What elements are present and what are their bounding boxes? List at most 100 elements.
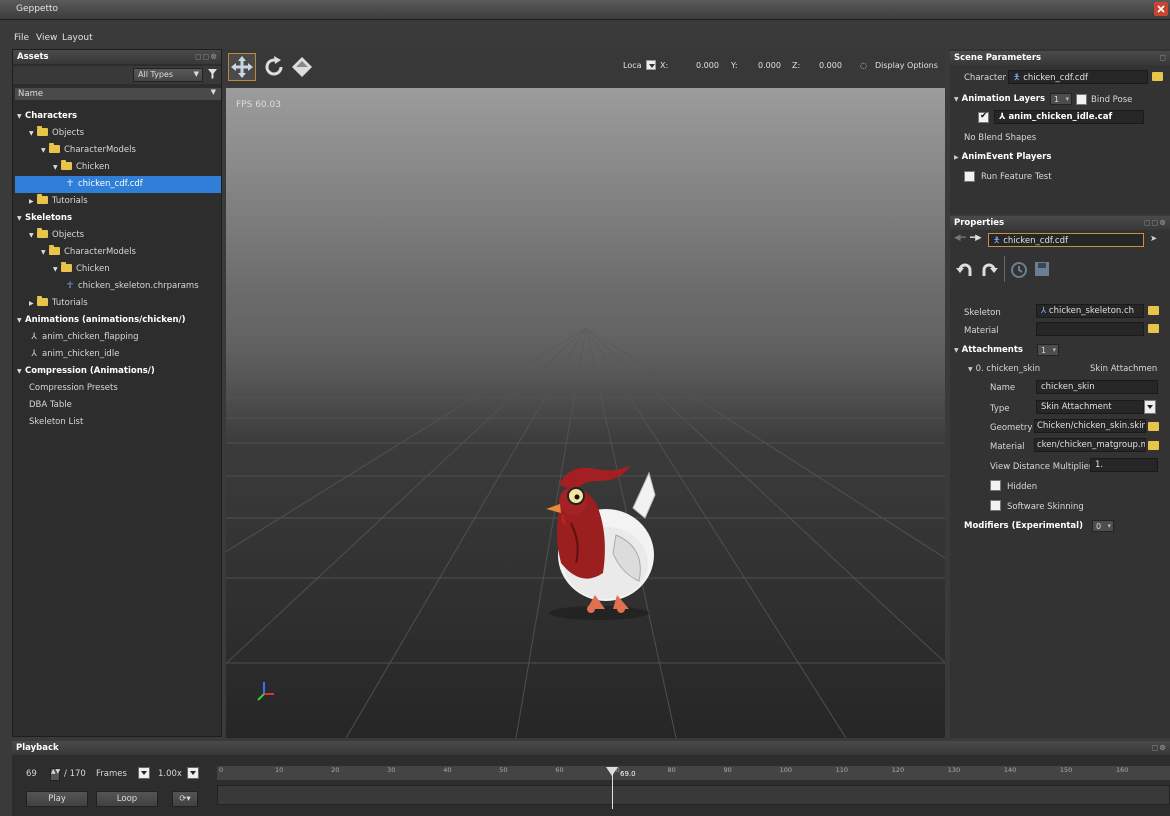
- current-frame[interactable]: 69: [26, 769, 37, 779]
- type-filter-select[interactable]: All Types ▼: [133, 68, 203, 82]
- 3d-viewport[interactable]: FPS 60.03: [226, 88, 945, 738]
- panel-buttons[interactable]: ◻◻⊗: [195, 52, 218, 61]
- loop-button[interactable]: Loop: [96, 791, 158, 807]
- type-dropdown-button[interactable]: [1144, 400, 1156, 414]
- geometry-field[interactable]: Chicken/chicken_skin.skin: [1034, 419, 1146, 433]
- animation-layers-count[interactable]: 1: [1050, 93, 1072, 105]
- animevent-players-section[interactable]: ▶ AnimEvent Players: [954, 152, 1051, 162]
- revert-icon[interactable]: [1010, 261, 1028, 279]
- character-browse-folder-icon[interactable]: [1152, 72, 1163, 81]
- asset-tree-row[interactable]: Compression Presets: [15, 380, 221, 397]
- speed-dropdown[interactable]: [187, 767, 199, 779]
- menu-view[interactable]: View: [36, 33, 57, 43]
- asset-tree-row[interactable]: ☥ chicken_cdf.cdf: [15, 176, 221, 193]
- asset-tree-row[interactable]: ▼ Compression (Animations/): [15, 363, 221, 380]
- back-arrow-icon[interactable]: ◀━: [954, 233, 966, 243]
- cursor-pick-icon[interactable]: ➤: [1150, 234, 1157, 244]
- attachments-section[interactable]: ▼ Attachments: [954, 345, 1023, 355]
- playhead-line[interactable]: [612, 769, 613, 809]
- expand-arrow-icon[interactable]: ▼: [29, 227, 37, 244]
- redo-icon[interactable]: [980, 260, 998, 278]
- name-field[interactable]: chicken_skin: [1036, 380, 1158, 394]
- asset-tree-row[interactable]: ▶ Tutorials: [15, 295, 221, 312]
- scale-tool-button[interactable]: [290, 55, 314, 79]
- x-value[interactable]: 0.000: [696, 61, 719, 70]
- menu-file[interactable]: File: [14, 33, 29, 43]
- timeline-track[interactable]: [217, 785, 1170, 805]
- panel-buttons[interactable]: ◻: [1159, 53, 1167, 62]
- attachments-count[interactable]: 1: [1037, 344, 1059, 356]
- layer-enabled-checkbox[interactable]: [978, 111, 989, 123]
- asset-tree-row[interactable]: ▼ Chicken: [15, 261, 221, 278]
- panel-buttons[interactable]: ◻⊗: [1152, 743, 1167, 752]
- software-skinning-checkbox[interactable]: [990, 500, 1001, 511]
- asset-tree-row[interactable]: ⅄ anim_chicken_flapping: [15, 329, 221, 346]
- expand-arrow-icon[interactable]: ▼: [41, 142, 49, 159]
- expand-arrow-icon[interactable]: ▼: [17, 108, 25, 125]
- layer-animation-field[interactable]: ⅄ anim_chicken_idle.caf: [994, 110, 1144, 124]
- attach-material-browse-folder-icon[interactable]: [1148, 441, 1159, 450]
- asset-tree-row[interactable]: ▼ Animations (animations/chicken/): [15, 312, 221, 329]
- geometry-browse-folder-icon[interactable]: [1148, 422, 1159, 431]
- filter-icon[interactable]: [208, 69, 217, 79]
- undo-icon[interactable]: [956, 260, 974, 278]
- expand-arrow-icon[interactable]: ▼: [17, 210, 25, 227]
- expand-arrow-icon[interactable]: ▼: [41, 244, 49, 261]
- menu-layout[interactable]: Layout: [62, 33, 93, 43]
- playback-speed[interactable]: 1.00x: [158, 769, 182, 779]
- asset-tree-row[interactable]: ▼ Characters: [15, 108, 221, 125]
- display-options-button[interactable]: Display Options: [875, 61, 938, 70]
- expand-arrow-icon[interactable]: ▼: [53, 159, 61, 176]
- asset-tree-row[interactable]: ⅄ anim_chicken_idle: [15, 346, 221, 363]
- menu-bar: File View Layout: [0, 30, 1170, 46]
- move-tool-button[interactable]: [228, 53, 256, 81]
- z-value[interactable]: 0.000: [819, 61, 842, 70]
- x-label: X:: [660, 61, 669, 70]
- coord-space-dropdown[interactable]: [646, 60, 656, 70]
- asset-tree-row[interactable]: ▼ Objects: [15, 125, 221, 142]
- asset-tree-row[interactable]: ▼ Chicken: [15, 159, 221, 176]
- play-button[interactable]: Play: [26, 791, 88, 807]
- asset-tree-row[interactable]: ▼ Skeletons: [15, 210, 221, 227]
- asset-tree-row[interactable]: Skeleton List: [15, 414, 221, 431]
- modifiers-section[interactable]: Modifiers (Experimental): [964, 521, 1083, 531]
- properties-path-field[interactable]: 🯅 chicken_cdf.cdf: [988, 233, 1144, 247]
- run-feature-test-checkbox[interactable]: [964, 171, 975, 182]
- modifiers-count[interactable]: 0: [1092, 520, 1114, 532]
- skeleton-field[interactable]: ⅄ chicken_skeleton.ch: [1036, 304, 1144, 318]
- forward-arrow-icon[interactable]: ━▶: [970, 233, 982, 243]
- panel-buttons[interactable]: ◻◻⊗: [1144, 218, 1167, 227]
- bind-pose-checkbox[interactable]: [1076, 94, 1087, 105]
- save-icon[interactable]: [1034, 261, 1050, 277]
- playback-options-button[interactable]: ⟳▾: [172, 791, 198, 807]
- close-window-button[interactable]: [1154, 2, 1168, 16]
- chicken-model[interactable]: [521, 463, 666, 623]
- asset-tree-row[interactable]: ▼ CharacterModels: [15, 244, 221, 261]
- attach-material-field[interactable]: cken/chicken_matgroup.mtl: [1034, 438, 1146, 452]
- name-column-header[interactable]: Name ▼: [15, 88, 221, 100]
- material-browse-folder-icon[interactable]: [1148, 324, 1159, 333]
- material-field[interactable]: [1036, 322, 1144, 336]
- expand-arrow-icon[interactable]: ▼: [29, 125, 37, 142]
- asset-tree-row[interactable]: ▼ Objects: [15, 227, 221, 244]
- character-field[interactable]: 🯅 chicken_cdf.cdf: [1008, 70, 1148, 84]
- timeline-ruler[interactable]: 0 10 20 30 40 50 60 70 80 90 100 110 120 130 140 150 160: [217, 766, 1170, 780]
- view-distance-field[interactable]: 1.: [1090, 458, 1158, 472]
- asset-tree-row[interactable]: ☥ chicken_skeleton.chrparams: [15, 278, 221, 295]
- collapse-arrow-icon[interactable]: ▶: [29, 193, 37, 210]
- collapse-arrow-icon[interactable]: ▶: [29, 295, 37, 312]
- frames-unit-dropdown[interactable]: [138, 767, 150, 779]
- hidden-checkbox[interactable]: [990, 480, 1001, 491]
- frame-stepper[interactable]: ▲▼: [50, 768, 60, 781]
- asset-tree-row[interactable]: DBA Table: [15, 397, 221, 414]
- expand-arrow-icon[interactable]: ▼: [17, 312, 25, 329]
- y-value[interactable]: 0.000: [758, 61, 781, 70]
- expand-arrow-icon[interactable]: ▼: [53, 261, 61, 278]
- skeleton-browse-folder-icon[interactable]: [1148, 306, 1159, 315]
- rotate-tool-button[interactable]: [262, 55, 286, 79]
- expand-arrow-icon[interactable]: ▼: [17, 363, 25, 380]
- asset-tree-row[interactable]: ▼ CharacterModels: [15, 142, 221, 159]
- attachment-item[interactable]: ▼ 0. chicken_skin: [968, 364, 1040, 374]
- type-select[interactable]: Skin Attachment: [1036, 400, 1144, 414]
- asset-tree-row[interactable]: ▶ Tutorials: [15, 193, 221, 210]
